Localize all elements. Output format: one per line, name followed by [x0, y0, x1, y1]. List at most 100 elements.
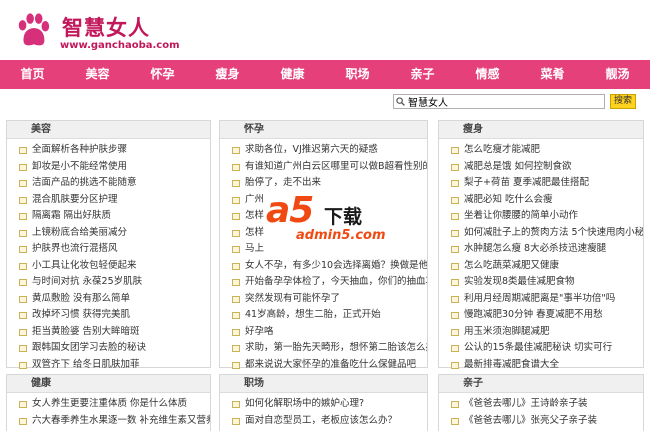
list-item-link[interactable]: 卸妆是小不能经常使用 [32, 161, 127, 172]
list-item-link[interactable]: 拒当黄脸婆 告别大眸暗斑 [32, 326, 140, 337]
list-item[interactable]: 《爸爸去哪儿》王诗龄亲子装 [451, 396, 643, 413]
list-item[interactable]: 求助，第一胎先天畸形，想怀第二胎该怎么办？ [232, 340, 427, 357]
list-item-link[interactable]: 怎么吃瘦才能减肥 [464, 144, 540, 155]
list-item-link[interactable]: 跟韩国女团学习去脸的秘诀 [32, 342, 146, 353]
list-item[interactable]: 面对自恋型员工，老板应该怎么办？ [232, 413, 427, 430]
list-item[interactable]: 怎么吃瘦才能减肥 [451, 142, 643, 159]
list-item[interactable]: 梨子+荷苗 夏季减肥最佳搭配 [451, 175, 643, 192]
nav-item-soup[interactable]: 靓汤 [585, 60, 650, 89]
nav-item-pregnancy[interactable]: 怀孕 [130, 60, 195, 89]
list-item[interactable]: 坐着让你腰腰的简单小动作 [451, 208, 643, 225]
list-item-link[interactable]: 用玉米须泡脚腿减肥 [464, 326, 550, 337]
list-item-link[interactable]: 马上 [245, 243, 264, 254]
list-item-link[interactable]: 坐着让你腰腰的简单小动作 [464, 210, 578, 221]
list-item-link[interactable]: 减肥必知 吃什么会瘦 [464, 194, 553, 205]
list-item[interactable]: 双管齐下 给冬日肌肤加菲 [19, 357, 210, 374]
list-item-link[interactable]: 改掉坏习惯 获得完美肌 [32, 309, 130, 320]
panel-title[interactable]: 亲子 [439, 375, 643, 393]
list-item-link[interactable]: 与时间对抗 永葆25岁肌肤 [32, 276, 142, 287]
list-item-link[interactable]: 减肥总是饿 如何控制食欲 [464, 161, 572, 172]
list-item[interactable]: 六大春季养生水果逐一数 补充维生素又营养 [19, 413, 210, 430]
list-item-link[interactable]: 双管齐下 给冬日肌肤加菲 [32, 359, 140, 370]
list-item-link[interactable]: 六大春季养生水果逐一数 补充维生素又营养 [32, 415, 210, 426]
nav-item-beauty[interactable]: 美容 [65, 60, 130, 89]
nav-item-career[interactable]: 职场 [325, 60, 390, 89]
list-item[interactable]: 拒当黄脸婆 告别大眸暗斑 [19, 324, 210, 341]
list-item[interactable]: 护肤界也流行混搭风 [19, 241, 210, 258]
list-item-link[interactable]: 《爸爸去哪儿》张亮父子亲子装 [464, 415, 597, 426]
list-item-link[interactable]: 突然发现有可能怀孕了 [245, 293, 340, 304]
nav-item-slimming[interactable]: 瘦身 [195, 60, 260, 89]
list-item-link[interactable]: 41岁高龄，想生二胎，正式开始 [245, 309, 381, 320]
list-item-link[interactable]: 都来说说大家怀孕的准备吃什么保健品吧 [245, 359, 416, 370]
list-item-link[interactable]: 面对自恋型员工，老板应该怎么办？ [245, 415, 397, 426]
panel-title[interactable]: 怀孕 [220, 121, 427, 139]
list-item-link[interactable]: 全面解析各种护肤步骤 [32, 144, 127, 155]
list-item-link[interactable]: 怎样 [245, 210, 264, 221]
list-item-link[interactable]: 黄瓜敷脸 没有那么简单 [32, 293, 130, 304]
list-item-link[interactable]: 隔离霜 隔出好肤质 [32, 210, 111, 221]
list-item[interactable]: 开始备孕孕体检了，今天抽血，你们的抽血项目是这 [232, 274, 427, 291]
list-item[interactable]: 女人不孕，有多少10会选择离婚？换做是他，你会不 [232, 258, 427, 275]
panel-title[interactable]: 瘦身 [439, 121, 643, 139]
list-item[interactable]: 都来说说大家怀孕的准备吃什么保健品吧 [232, 357, 427, 374]
list-item-link[interactable]: 《爸爸去哪儿》王诗龄亲子装 [464, 398, 588, 409]
list-item[interactable]: 黄瓜敷脸 没有那么简单 [19, 291, 210, 308]
list-item-link[interactable]: 护肤界也流行混搭风 [32, 243, 118, 254]
list-item[interactable]: 女人养生更要注重体质 你是什么体质 [19, 396, 210, 413]
search-button[interactable]: 搜索 [610, 94, 636, 109]
list-item-link[interactable]: 女人养生更要注重体质 你是什么体质 [32, 398, 187, 409]
list-item[interactable]: 用玉米须泡脚腿减肥 [451, 324, 643, 341]
list-item-link[interactable]: 公认的15条最佳减肥秘诀 切实可行 [464, 342, 612, 353]
list-item-link[interactable]: 求助，第一胎先天畸形，想怀第二胎该怎么办？ [245, 342, 427, 353]
list-item-link[interactable]: 小工具让化妆包轻便起来 [32, 260, 137, 271]
list-item-link[interactable]: 怎样 [245, 227, 264, 238]
list-item-link[interactable]: 水肿腿怎么瘦 8大必杀技迅速瘦腿 [464, 243, 606, 254]
list-item[interactable]: 减肥必知 吃什么会瘦 [451, 192, 643, 209]
list-item[interactable]: 突然发现有可能怀孕了 [232, 291, 427, 308]
list-item[interactable]: 慢跑减肥30分钟 春夏减肥不用愁 [451, 307, 643, 324]
list-item[interactable]: 减肥总是饿 如何控制食欲 [451, 159, 643, 176]
list-item-link[interactable]: 求助各位，VJ推迟第六天的疑惑 [245, 144, 378, 155]
list-item-link[interactable]: 实验发现8类最佳减肥食物 [464, 276, 575, 287]
search-input[interactable] [393, 94, 605, 109]
list-item-link[interactable]: 好孕咯 [245, 326, 274, 337]
list-item-link[interactable]: 女人不孕，有多少10会选择离婚？换做是他，你会不 [245, 260, 427, 271]
list-item-link[interactable]: 利用月经周期减肥离是"事半功倍"吗 [464, 293, 615, 304]
list-item[interactable]: 《爸爸去哪儿》张亮父子亲子装 [451, 413, 643, 430]
list-item-link[interactable]: 如何减肚子上的赘肉方法 5个快速甩肉小秘方 [464, 227, 643, 238]
list-item[interactable]: 上镜粉底合给美丽减分 [19, 225, 210, 242]
list-item[interactable]: 水肿腿怎么瘦 8大必杀技迅速瘦腿 [451, 241, 643, 258]
list-item-link[interactable]: 慢跑减肥30分钟 春夏减肥不用愁 [464, 309, 603, 320]
list-item[interactable]: 最新排毒减肥食谱大全 [451, 357, 643, 374]
list-item-link[interactable]: 混合肌肤要分区护理 [32, 194, 118, 205]
list-item[interactable]: 求助各位，VJ推迟第六天的疑惑 [232, 142, 427, 159]
list-item-link[interactable]: 胎停了，走不出来 [245, 177, 321, 188]
list-item-link[interactable]: 怎么吃蔬菜减肥又健康 [464, 260, 559, 271]
list-item-link[interactable]: 最新排毒减肥食谱大全 [464, 359, 559, 370]
list-item[interactable]: 混合肌肤要分区护理 [19, 192, 210, 209]
list-item[interactable]: 小工具让化妆包轻便起来 [19, 258, 210, 275]
nav-item-health[interactable]: 健康 [260, 60, 325, 89]
site-logo[interactable]: 智慧女人 www.ganchaoba.com [10, 8, 180, 54]
list-item[interactable]: 怎么吃蔬菜减肥又健康 [451, 258, 643, 275]
nav-item-home[interactable]: 首页 [0, 60, 65, 89]
nav-item-emotion[interactable]: 情感 [455, 60, 520, 89]
list-item-link[interactable]: 有谁知道广州白云区哪里可以做B超看性别的？ [245, 161, 427, 172]
list-item[interactable]: 利用月经周期减肥离是"事半功倍"吗 [451, 291, 643, 308]
panel-title[interactable]: 职场 [220, 375, 427, 393]
panel-title[interactable]: 美容 [7, 121, 210, 139]
list-item[interactable]: 有谁知道广州白云区哪里可以做B超看性别的？ [232, 159, 427, 176]
list-item[interactable]: 洁面产品的挑选不能随意 [19, 175, 210, 192]
list-item-link[interactable]: 如何化解职场中的嫉妒心理? [245, 398, 364, 409]
list-item[interactable]: 好孕咯 [232, 324, 427, 341]
list-item[interactable]: 改掉坏习惯 获得完美肌 [19, 307, 210, 324]
list-item-link[interactable]: 开始备孕孕体检了，今天抽血，你们的抽血项目是这 [245, 276, 427, 287]
panel-title[interactable]: 健康 [7, 375, 210, 393]
nav-item-dishes[interactable]: 菜肴 [520, 60, 585, 89]
list-item[interactable]: 跟韩国女团学习去脸的秘诀 [19, 340, 210, 357]
nav-item-parenting[interactable]: 亲子 [390, 60, 455, 89]
list-item-link[interactable]: 广州 [245, 194, 264, 205]
list-item[interactable]: 卸妆是小不能经常使用 [19, 159, 210, 176]
list-item-link[interactable]: 上镜粉底合给美丽减分 [32, 227, 127, 238]
